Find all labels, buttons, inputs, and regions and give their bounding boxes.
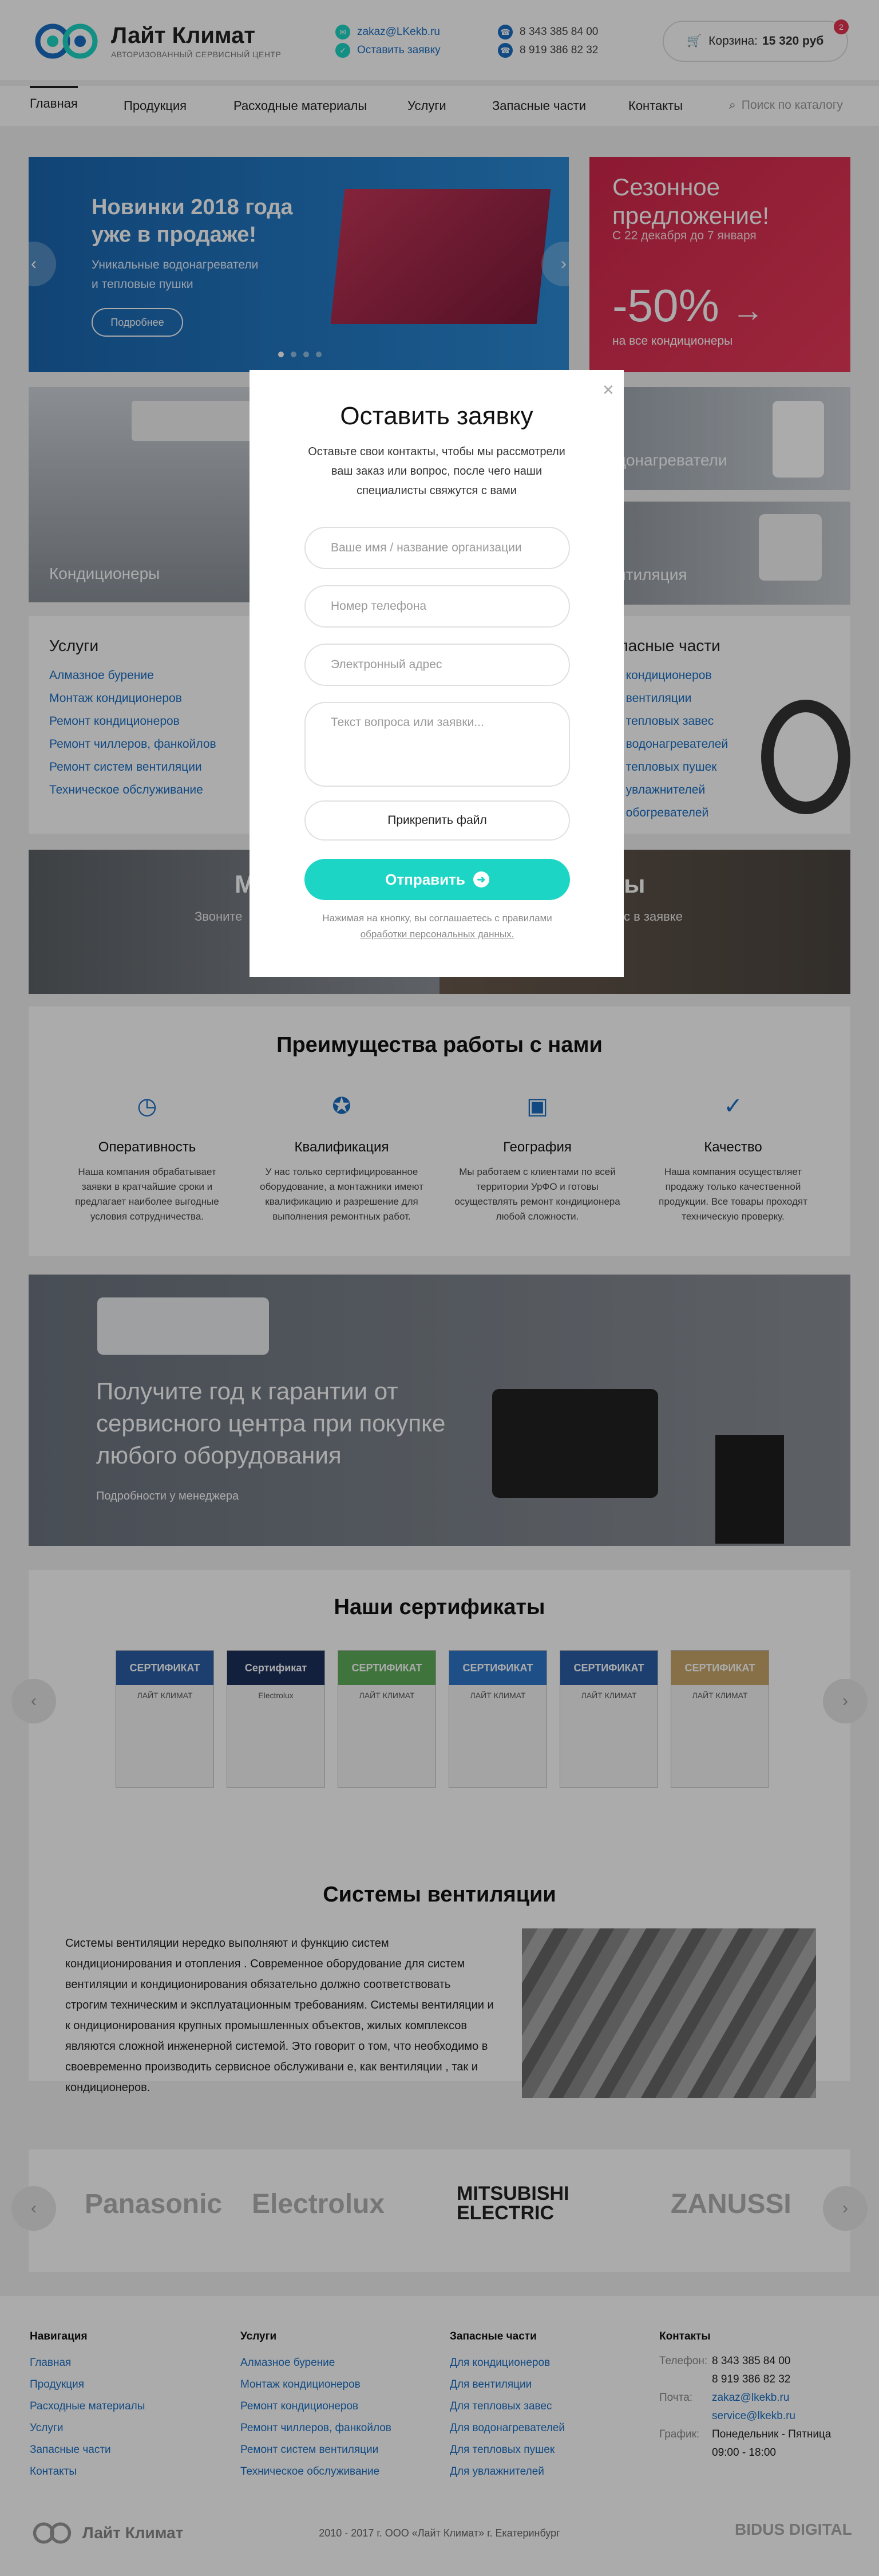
close-icon[interactable]: ✕ <box>602 381 615 399</box>
arrow-right-icon: ➜ <box>473 871 489 887</box>
email-field[interactable]: Электронный адрес <box>304 644 570 686</box>
phone-field[interactable]: Номер телефона <box>304 585 570 628</box>
modal-title: Оставить заявку <box>340 402 533 430</box>
modal-note: Нажимая на кнопку, вы соглашаетесь с пра… <box>322 913 552 940</box>
attach-file-button[interactable]: Прикрепить файл <box>304 800 570 841</box>
modal-description: Оставьте свои контакты, чтобы мы рассмот… <box>308 445 565 497</box>
privacy-link[interactable]: обработки персональных данных. <box>361 929 514 940</box>
request-modal: ✕ Оставить заявку Оставьте свои контакты… <box>250 370 624 977</box>
submit-button[interactable]: Отправить ➜ <box>304 859 570 900</box>
question-textarea[interactable]: Текст вопроса или заявки... <box>304 702 570 787</box>
name-field[interactable]: Ваше имя / название организации <box>304 527 570 569</box>
